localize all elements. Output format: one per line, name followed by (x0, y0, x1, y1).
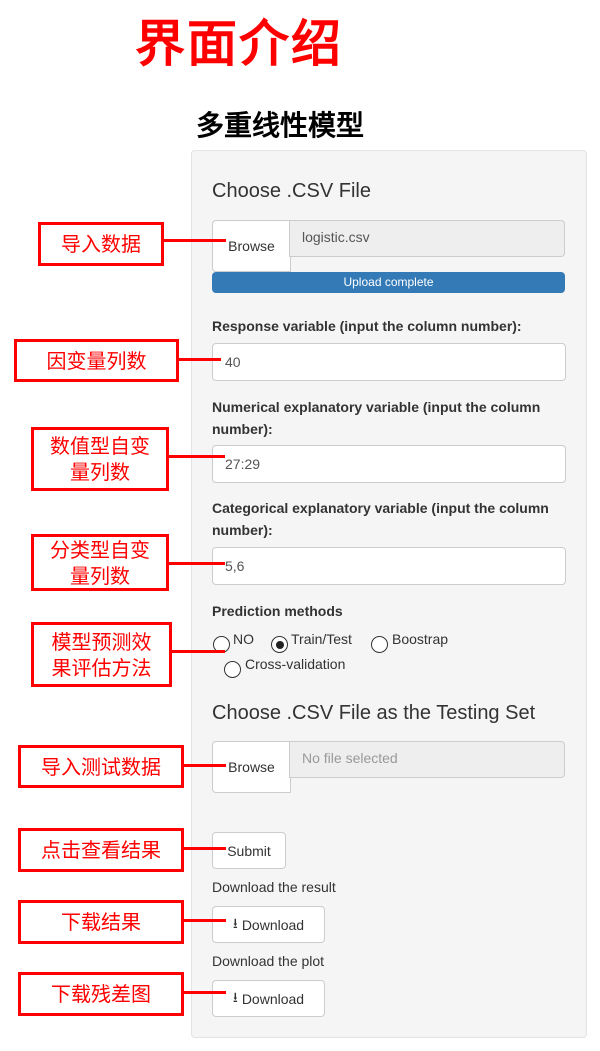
download-plot-button[interactable]: ⭳ Download (212, 980, 325, 1017)
annotation-line (164, 239, 226, 242)
annotation-download-plot: 下载残差图 (18, 972, 184, 1016)
annotation-import-data: 导入数据 (38, 222, 164, 266)
testing-browse-button[interactable]: Browse (212, 741, 291, 793)
response-input[interactable]: 40 (212, 343, 566, 381)
annotation-line (184, 847, 226, 850)
file-name-field: logistic.csv (289, 220, 565, 257)
annotation-line (184, 991, 226, 994)
annotation-prediction-methods: 模型预测效果评估方法 (31, 622, 172, 687)
annotation-submit: 点击查看结果 (18, 828, 184, 872)
annotation-line (184, 764, 226, 767)
page-title: 多重线性模型 (196, 109, 365, 142)
annotation-line (179, 358, 221, 361)
browse-button[interactable]: Browse (212, 220, 291, 272)
numerical-label: Numerical explanatory variable (input th… (212, 399, 541, 437)
download-result-label: Download the result (212, 879, 336, 895)
radio-no[interactable] (213, 636, 230, 658)
annotation-categorical-columns: 分类型自变量列数 (31, 534, 169, 591)
testing-file-field: No file selected (289, 741, 565, 778)
download-icon: ⭳ (232, 988, 238, 1005)
radio-cross-validation[interactable] (224, 661, 241, 683)
radio-train-test[interactable] (271, 636, 288, 658)
radio-boostrap-label: Boostrap (392, 631, 449, 647)
annotation-response-column: 因变量列数 (14, 339, 179, 382)
upload-progress-bar: Upload complete (212, 272, 565, 293)
numerical-input[interactable]: 27:29 (212, 445, 566, 483)
download-plot-button-label: Download (241, 990, 305, 1007)
annotation-line (184, 919, 226, 922)
download-result-button-label: Download (241, 916, 305, 933)
annotation-import-test-data: 导入测试数据 (18, 745, 184, 788)
download-plot-label: Download the plot (212, 953, 325, 969)
categorical-label: Categorical explanatory variable (input … (212, 500, 549, 538)
download-icon: ⭳ (232, 914, 238, 931)
upload-heading: Choose .CSV File (212, 180, 371, 202)
response-label: Response variable (input the column numb… (212, 318, 522, 334)
radio-cross-validation-label: Cross-validation (245, 656, 346, 672)
annotation-line (169, 562, 225, 565)
radio-no-label: NO (233, 631, 254, 647)
testing-heading: Choose .CSV File as the Testing Set (212, 702, 536, 724)
annotation-download-result: 下载结果 (18, 900, 184, 944)
annotation-line (172, 650, 225, 653)
download-result-button[interactable]: ⭳ Download (212, 906, 325, 943)
annotation-line (169, 455, 225, 458)
submit-button[interactable]: Submit (212, 832, 286, 869)
main-title: 界面介绍 (135, 15, 343, 73)
radio-boostrap[interactable] (371, 636, 388, 658)
radio-train-test-label: Train/Test (291, 631, 352, 647)
categorical-input[interactable]: 5,6 (212, 547, 566, 585)
annotation-numerical-columns: 数值型自变量列数 (31, 427, 169, 491)
prediction-label: Prediction methods (212, 603, 343, 619)
